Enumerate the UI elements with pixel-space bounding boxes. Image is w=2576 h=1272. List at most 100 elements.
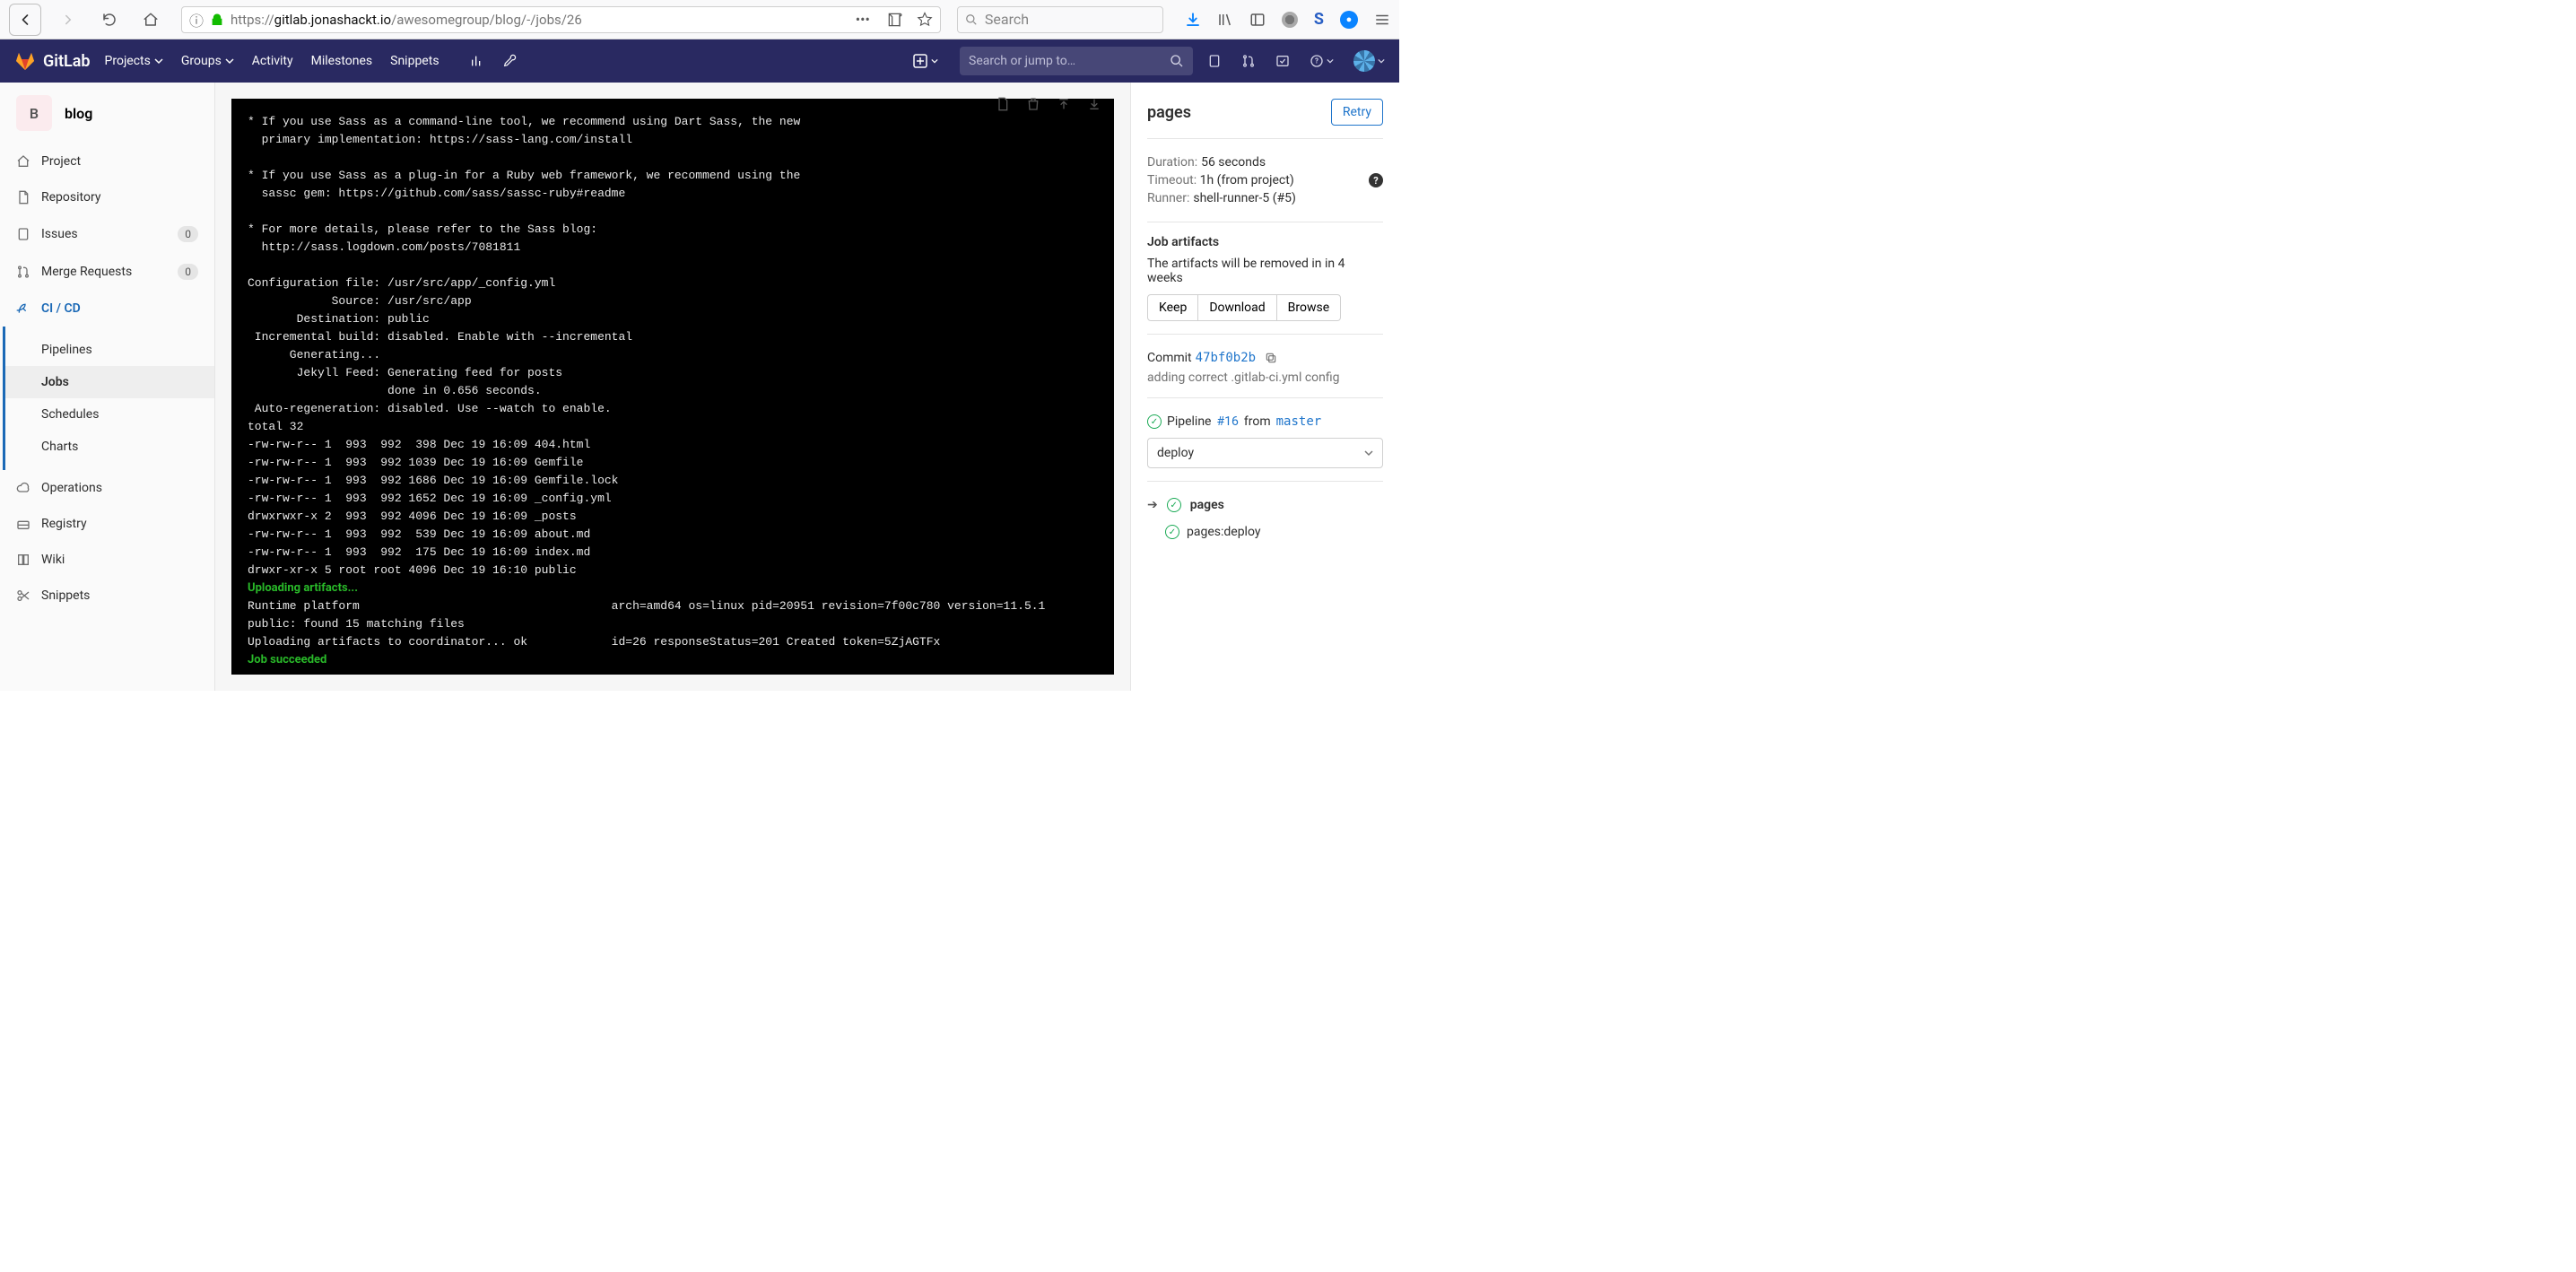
help-icon[interactable]: ? <box>1310 54 1334 68</box>
hamburger-icon[interactable] <box>1374 12 1390 28</box>
scroll-top-icon[interactable] <box>1057 97 1071 111</box>
brand-text: GitLab <box>43 52 91 71</box>
sidebar-icon[interactable] <box>1249 12 1266 28</box>
gitlab-logo[interactable]: GitLab <box>14 50 91 72</box>
nav-projects[interactable]: Projects <box>105 54 163 68</box>
pipeline-label: Pipeline <box>1167 414 1212 429</box>
reload-button[interactable] <box>95 5 124 34</box>
scroll-bottom-icon[interactable] <box>1087 97 1101 111</box>
gitlab-topbar: GitLab Projects Groups Activity Mileston… <box>0 39 1399 83</box>
extension-icon[interactable] <box>1282 12 1298 28</box>
job-title: pages <box>1147 103 1191 122</box>
sidebar-item-snippets[interactable]: Snippets <box>0 578 214 614</box>
artifacts-title: Job artifacts <box>1147 235 1383 249</box>
sub-jobs[interactable]: Jobs <box>5 366 214 398</box>
timeout-value: 1h (from project) <box>1200 173 1294 187</box>
pipeline-link[interactable]: #16 <box>1217 414 1239 429</box>
download-icon[interactable] <box>1185 12 1201 28</box>
home-button[interactable] <box>136 5 165 34</box>
sidebar-item-merge-requests[interactable]: Merge Requests 0 <box>0 253 214 291</box>
chevron-down-icon <box>1364 449 1373 457</box>
issues-count-badge: 0 <box>178 226 198 242</box>
browser-search[interactable]: Search <box>957 6 1163 33</box>
sub-pipelines[interactable]: Pipelines <box>5 334 214 366</box>
job-log-console[interactable]: * If you use Sass as a command-line tool… <box>231 99 1114 675</box>
browser-toolbar-icons: S ● <box>1185 10 1390 29</box>
nav-wrench-icon[interactable] <box>502 54 517 68</box>
main-content: * If you use Sass as a command-line tool… <box>215 83 1399 691</box>
stage-select[interactable]: deploy <box>1147 438 1383 468</box>
sub-charts[interactable]: Charts <box>5 431 214 463</box>
sidebar-item-issues[interactable]: Issues 0 <box>0 215 214 253</box>
mr-count-badge: 0 <box>178 264 198 280</box>
merge-request-icon[interactable] <box>1241 54 1256 68</box>
avatar-icon[interactable] <box>1353 50 1385 72</box>
issues-icon[interactable] <box>1207 54 1222 68</box>
job-toolbar <box>996 97 1101 111</box>
sidebar-item-wiki[interactable]: Wiki <box>0 542 214 578</box>
sub-schedules[interactable]: Schedules <box>5 398 214 431</box>
sidebar-item-operations[interactable]: Operations <box>0 470 214 506</box>
svg-text:?: ? <box>1315 57 1318 65</box>
erase-log-icon[interactable] <box>1026 97 1040 111</box>
retry-button[interactable]: Retry <box>1331 99 1383 126</box>
nav-milestones[interactable]: Milestones <box>311 54 373 68</box>
project-sidebar: B blog Project Repository Issues 0 Merge… <box>0 83 215 691</box>
library-icon[interactable] <box>1217 12 1233 28</box>
commit-sha[interactable]: 47bf0b2b <box>1196 351 1256 365</box>
page-actions-icon[interactable]: ••• <box>856 11 870 28</box>
scissors-icon <box>16 588 30 603</box>
url-text: https://gitlab.jonashackt.io/awesomegrou… <box>231 12 582 28</box>
nav-activity[interactable]: Activity <box>252 54 293 68</box>
cicd-submenu: Pipelines Jobs Schedules Charts <box>3 327 214 470</box>
gitlab-search[interactable]: Search or jump to… <box>960 47 1193 75</box>
file-icon <box>16 190 30 205</box>
nav-graph-icon[interactable] <box>470 54 484 68</box>
reader-icon[interactable] <box>886 11 904 29</box>
home-icon <box>16 154 30 169</box>
disk-icon <box>16 517 30 531</box>
nav-snippets[interactable]: Snippets <box>390 54 439 68</box>
sidebar-item-cicd[interactable]: CI / CD <box>0 291 214 327</box>
copy-icon[interactable] <box>1265 352 1277 364</box>
sidebar-item-registry[interactable]: Registry <box>0 506 214 542</box>
keep-button[interactable]: Keep <box>1147 294 1198 321</box>
project-avatar: B <box>16 95 52 131</box>
todos-icon[interactable] <box>1275 54 1290 68</box>
cloud-icon <box>16 481 30 495</box>
letter-s-icon[interactable]: S <box>1314 10 1324 29</box>
raw-log-icon[interactable] <box>996 97 1010 111</box>
nav-groups[interactable]: Groups <box>181 54 234 68</box>
forward-button[interactable] <box>54 5 83 34</box>
help-circle-icon[interactable]: ? <box>1369 173 1383 187</box>
gl-search-placeholder: Search or jump to… <box>969 54 1075 68</box>
job-sidebar: pages Retry Duration: 56 seconds Timeout… <box>1130 83 1399 691</box>
search-placeholder: Search <box>985 11 1029 28</box>
commit-message: adding correct .gitlab-ci.yml config <box>1147 370 1383 385</box>
related-job-child[interactable]: pages:deploy <box>1187 525 1260 539</box>
artifacts-text: The artifacts will be removed in in 4 we… <box>1147 257 1383 285</box>
plus-dropdown[interactable] <box>913 54 938 68</box>
circle-icon[interactable]: ● <box>1340 11 1358 29</box>
browse-button[interactable]: Browse <box>1277 294 1341 321</box>
download-button[interactable]: Download <box>1198 294 1276 321</box>
back-button[interactable] <box>9 4 41 36</box>
project-header[interactable]: B blog <box>0 83 214 144</box>
sidebar-item-project[interactable]: Project <box>0 144 214 179</box>
info-icon: ⓘ <box>189 9 204 30</box>
browser-chrome: ⓘ https://gitlab.jonashackt.io/awesomegr… <box>0 0 1399 39</box>
sidebar-item-repository[interactable]: Repository <box>0 179 214 215</box>
pipeline-from: from <box>1244 414 1271 429</box>
gitlab-nav: Projects Groups Activity Milestones Snip… <box>105 54 517 68</box>
merge-icon <box>16 265 30 279</box>
duration-value: 56 seconds <box>1201 155 1266 170</box>
bookmark-star-icon[interactable] <box>917 12 933 28</box>
url-bar[interactable]: ⓘ https://gitlab.jonashackt.io/awesomegr… <box>181 6 941 33</box>
related-job-current[interactable]: pages <box>1190 498 1224 512</box>
check-circle-icon: ✓ <box>1165 525 1179 539</box>
branch-link[interactable]: master <box>1276 414 1322 429</box>
artifacts-buttons: Keep Download Browse <box>1147 294 1383 321</box>
check-circle-icon: ✓ <box>1167 498 1181 512</box>
issue-icon <box>16 227 30 241</box>
rocket-icon <box>16 301 30 316</box>
